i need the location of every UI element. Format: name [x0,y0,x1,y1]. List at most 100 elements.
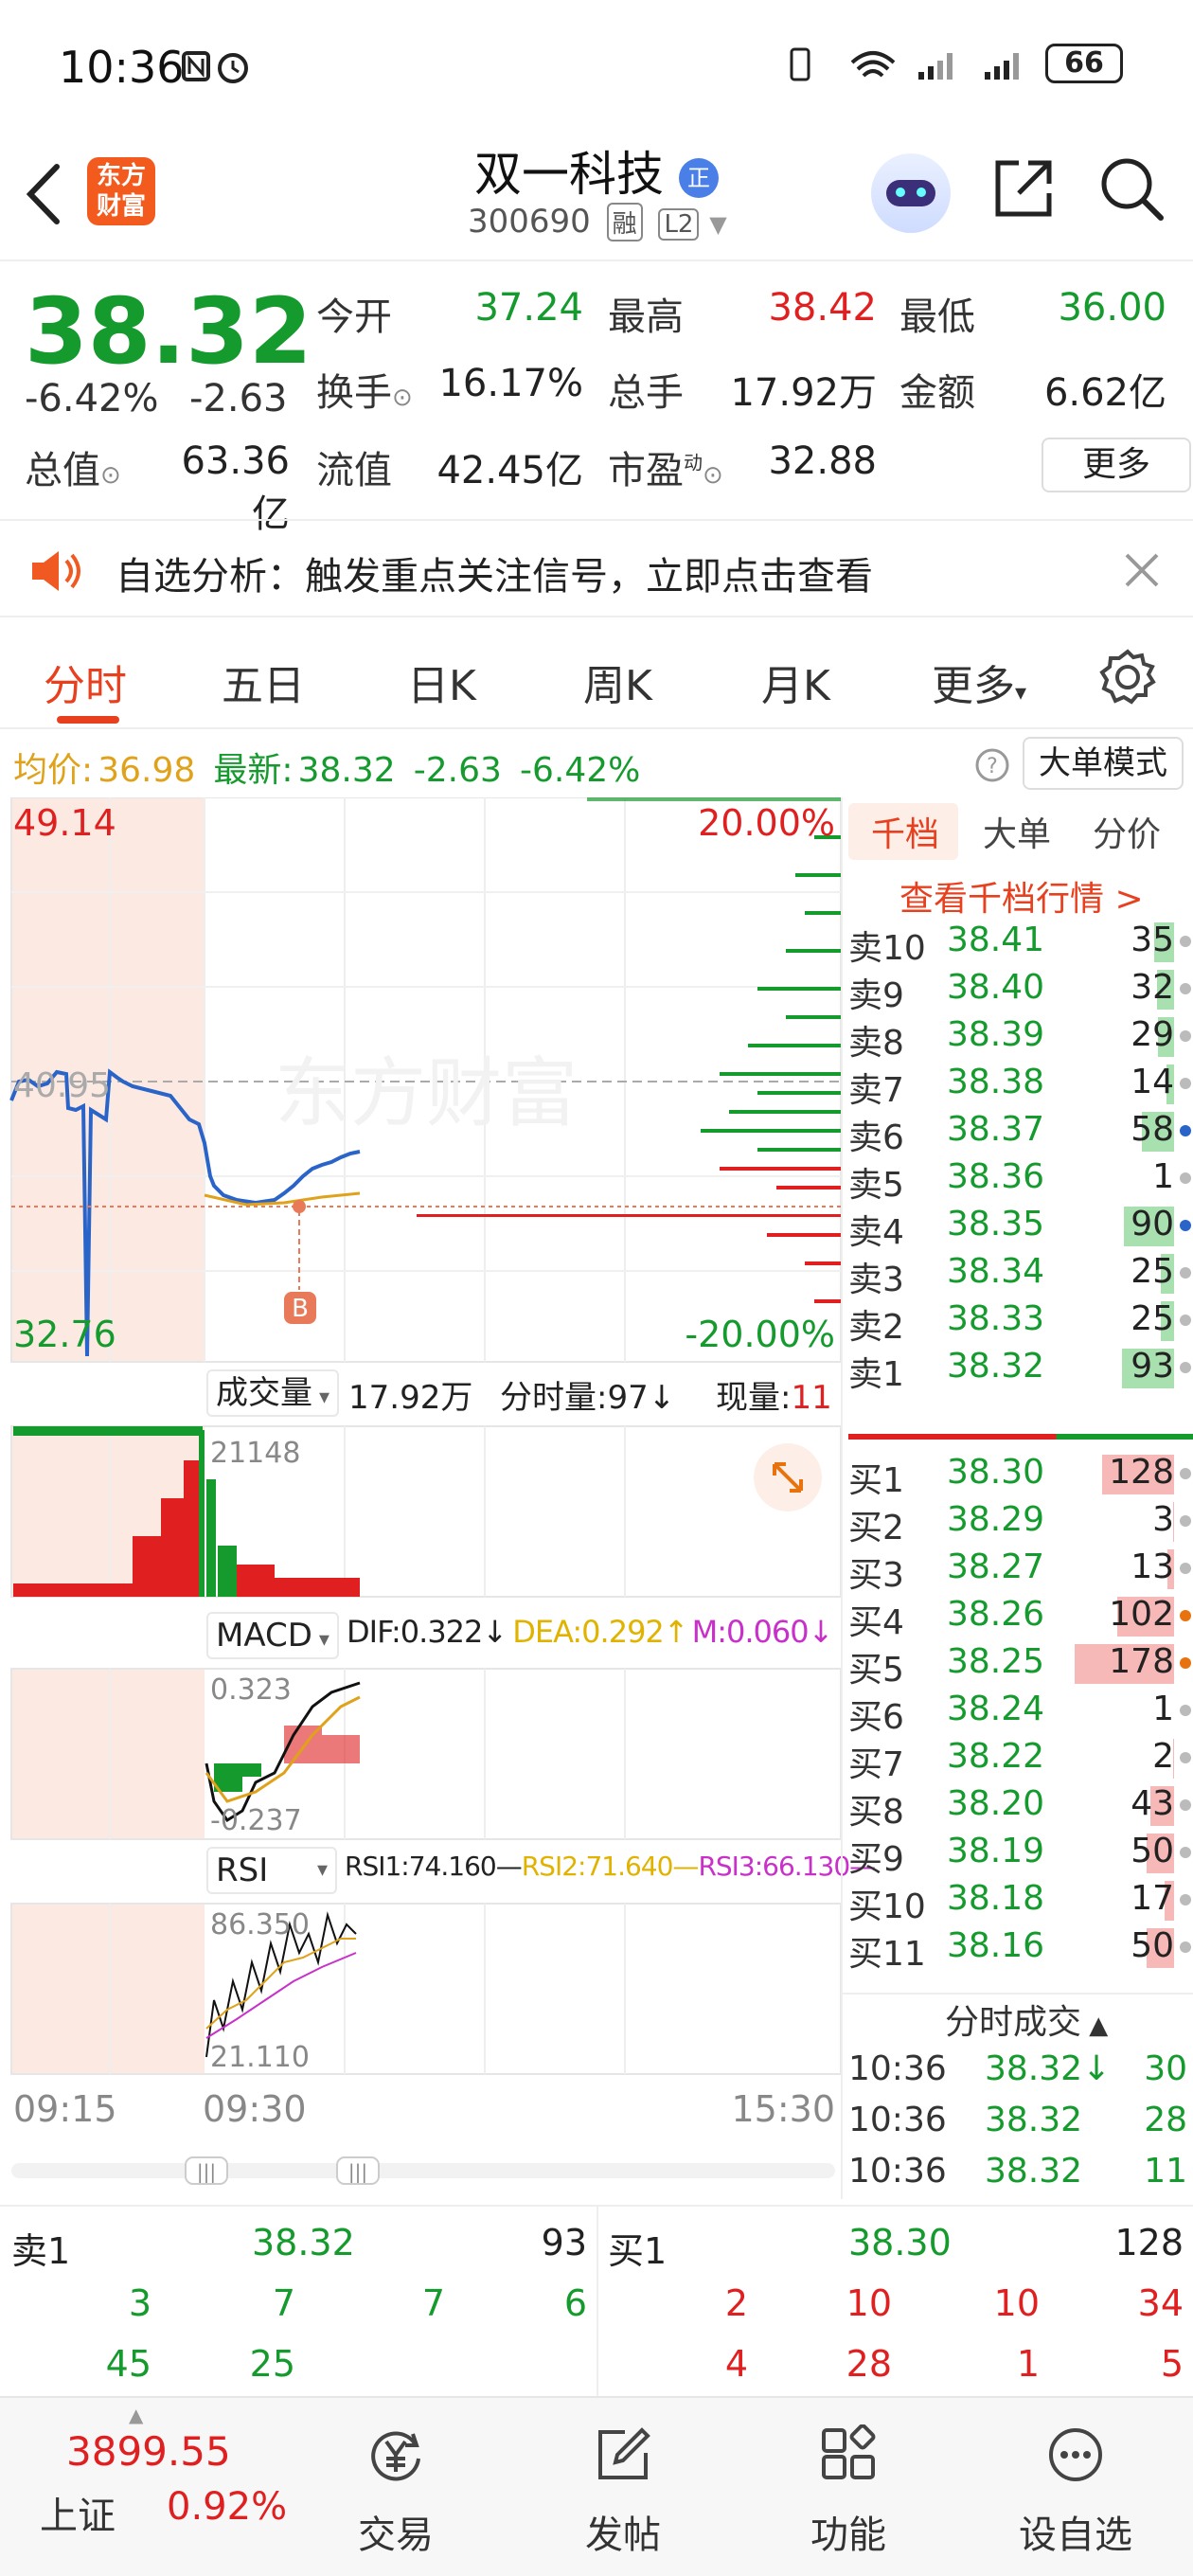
dropdown-icon: ▾ [312,1386,330,1409]
help-icon[interactable]: ? [973,746,1011,784]
order-dot-icon [1180,1941,1191,1953]
rsi-selector[interactable]: RSI ▾ [206,1847,337,1894]
level-label: 买1 [848,1461,904,1500]
ask-queue-item: 7 [272,2282,295,2324]
order-dot-icon [1180,936,1191,947]
bid-queue-item: 4 [724,2343,748,2385]
level-label: 买5 [848,1651,904,1690]
volume-total: 17.92万 [348,1379,473,1417]
tab-daily-k[interactable]: 日K [407,652,476,712]
nav-post[interactable]: 发帖 [528,2398,718,2576]
volume-selector[interactable]: 成交量 ▾ [206,1369,340,1417]
macd-dea: DEA:0.292↑ [512,1614,688,1650]
nav-add-watchlist[interactable]: 设自选 [981,2398,1170,2576]
level-volume: 50 [1131,1832,1174,1870]
order-dot-icon [1180,1468,1191,1479]
order-book-row: 买3 38.27 13 [843,1544,1193,1595]
latest-label: 最新: [213,751,294,790]
tab-more[interactable]: 更多▾ [932,652,1026,712]
change-pct: -6.42% [25,377,159,420]
assistant-avatar-icon[interactable] [871,153,951,233]
nav-trade[interactable]: 交易 [301,2398,490,2576]
ask-queue-item: 7 [421,2282,445,2324]
intraday-chart-area[interactable]: 东方财富 B 49.14 40.95 32.76 20.00% -20.00% … [0,797,876,2199]
order-dot-icon [1180,1657,1191,1669]
tab-five-day[interactable]: 五日 [222,652,305,712]
ob-tab-price-dist[interactable]: 分价 [1093,807,1161,856]
scroll-track [11,2163,835,2178]
big-order-mode-button[interactable]: 大单模式 [1023,737,1184,790]
level-volume: 13 [1131,1547,1174,1586]
level-price: 38.35 [947,1205,1045,1243]
pct-max-label: 20.00% [698,802,835,844]
order-dot-icon [1180,1752,1191,1763]
trade-time: 10:36 [848,2049,947,2088]
high-value: 38.42 [768,286,877,330]
macd-dif: DIF:0.322↓ [347,1614,507,1650]
info-icon: ⊙ [100,461,121,490]
low-label: 最低 [899,295,975,339]
macd-max-label: 0.323 [210,1673,292,1707]
alert-banner[interactable]: 自选分析：触发重点关注信号，立即点击查看 [0,519,1193,617]
ob-tab-big-order[interactable]: 大单 [983,807,1051,856]
level-price: 38.36 [947,1157,1045,1196]
level-price: 38.33 [947,1299,1045,1338]
macd-m: M:0.060↓ [691,1614,834,1650]
order-dot-icon [1180,1172,1191,1184]
tab-monthly-k[interactable]: 月K [761,652,830,712]
level1-summary: 卖1 38.32 93 买1 38.30 128 3 7 7 6 45 25 2… [0,2205,1193,2396]
order-book-row: 卖6 38.37 58 [843,1106,1193,1157]
order-dot-icon [1180,1125,1191,1136]
bid-queue-item: 34 [1137,2282,1184,2324]
margin-tag: 融 [606,203,643,242]
index-ticker[interactable]: ▲ 3899.55 上证 0.92% [0,2398,294,2576]
level-label: 卖10 [848,929,926,968]
nav-label: 发帖 [585,2513,661,2557]
rsi-min-label: 21.110 [210,2041,310,2074]
trade-row: 10:36 38.32↓ 30 [843,2046,1193,2095]
amount-label: 金额 [899,371,975,415]
order-dot-icon [1180,1563,1191,1574]
close-icon[interactable] [1123,551,1161,589]
time-start-label: 09:15 [13,2088,117,2130]
more-button[interactable]: 更多 [1042,438,1191,492]
share-icon[interactable] [990,155,1057,222]
level-price: 38.39 [947,1015,1045,1054]
level-volume: 43 [1131,1784,1174,1823]
watermark: 东方财富 [275,1049,578,1137]
intraday-chart-svg: 东方财富 B 49.14 40.95 32.76 20.00% -20.00% … [9,797,841,2185]
level-price: 38.18 [947,1879,1045,1918]
settings-gear-icon[interactable] [1098,648,1157,707]
level-volume: 58 [1131,1110,1174,1149]
level-price: 38.32 [947,1347,1045,1386]
level-price: 38.37 [947,1110,1045,1149]
level-price: 38.38 [947,1063,1045,1101]
level-label: 买11 [848,1935,926,1974]
macd-selector[interactable]: MACD ▾ [206,1612,339,1659]
summary-bid-price: 38.30 [848,2222,952,2263]
tab-weekly-k[interactable]: 周K [583,652,652,712]
dropdown-icon[interactable]: ▼ [709,211,726,238]
level-volume: 90 [1131,1205,1174,1243]
order-dot-icon [1180,1515,1191,1527]
status-time: 10:36 [59,42,185,93]
prev-close-label: 40.95 [13,1066,111,1105]
level-volume: 128 [1109,1453,1174,1492]
ask-queue-item: 6 [563,2282,587,2324]
trades-title[interactable]: 分时成交 ▲ [945,1995,1108,2044]
bid-queue-item: 5 [1160,2343,1184,2385]
nav-functions[interactable]: 功能 [754,2398,943,2576]
intraday-info-line: 均价: 36.98 最新: 38.32 -2.63 -6.42% ? 大单模式 [0,731,1193,797]
ob-tab-depth[interactable]: 千档 [871,807,939,856]
info-icon: ⊙ [392,384,413,412]
current-price: 38.32 [25,278,312,385]
tab-intraday[interactable]: 分时 [44,652,127,712]
level-volume: 2 [1152,1737,1174,1776]
search-icon[interactable] [1096,153,1168,225]
view-depth-link[interactable]: 查看千档行情 > [899,871,1144,921]
trade-price: 38.32↓ [985,2049,1112,2088]
latest-value: 38.32 [297,751,396,790]
level-label: 卖2 [848,1308,904,1347]
time-end-label: 15:30 [731,2088,835,2130]
level-label: 买2 [848,1509,904,1547]
